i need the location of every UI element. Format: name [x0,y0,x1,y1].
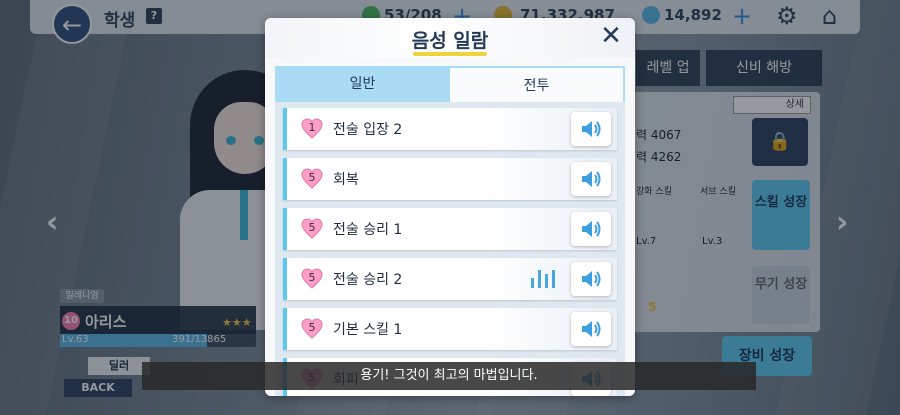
heart-icon: 5 [301,268,323,290]
heart-icon: 5 [301,218,323,240]
modal-title: 음성 일람 [411,30,489,52]
voice-subtitle: 용기! 그것이 최고의 마법입니다. [142,362,756,390]
voice-label: 전술 입장 2 [333,122,403,138]
bond-level-requirement: 5 [308,321,316,334]
voice-row[interactable]: 1 전술 입장 2 [283,108,617,150]
speaker-icon [582,221,601,237]
voice-tabs: 일반 전투 [275,66,625,102]
voice-row[interactable]: 5 전술 승리 2 [283,258,617,300]
tab-general[interactable]: 일반 [275,66,450,102]
play-voice-button[interactable] [571,112,611,146]
play-voice-button[interactable] [571,212,611,246]
voice-list[interactable]: 1전술 입장 25회복5전술 승리 15전술 승리 25기본 스킬 15회피 [275,102,625,396]
play-voice-button[interactable] [571,312,611,346]
bond-level-requirement: 5 [308,271,316,284]
speaker-icon [582,171,601,187]
playing-wave-icon [531,270,557,288]
title-underline [413,52,487,56]
heart-icon: 5 [301,168,323,190]
voice-label: 기본 스킬 1 [333,322,403,338]
speaker-icon [582,321,601,337]
bond-level-requirement: 5 [308,221,316,234]
bond-level-requirement: 5 [308,171,316,184]
speaker-icon [582,271,601,287]
speaker-icon [582,121,601,137]
play-voice-button[interactable] [571,262,611,296]
voice-list-modal: 음성 일람 ✕ 일반 전투 1 전술 입장 2 5 회복 5 전술 승리 1 5 전술 승리 … [265,18,635,396]
voice-row[interactable]: 5 회복 [283,158,617,200]
voice-label: 전술 승리 2 [333,272,403,288]
heart-icon: 5 [301,318,323,340]
modal-header: 음성 일람 ✕ [265,18,635,58]
play-voice-button[interactable] [571,162,611,196]
close-icon[interactable]: ✕ [597,22,625,50]
voice-label: 전술 승리 1 [333,222,403,238]
heart-icon: 1 [301,118,323,140]
voice-row[interactable]: 5 전술 승리 1 [283,208,617,250]
tab-combat[interactable]: 전투 [450,66,625,102]
voice-label: 회복 [333,172,359,188]
bond-level-requirement: 1 [308,121,316,134]
voice-row[interactable]: 5 기본 스킬 1 [283,308,617,350]
